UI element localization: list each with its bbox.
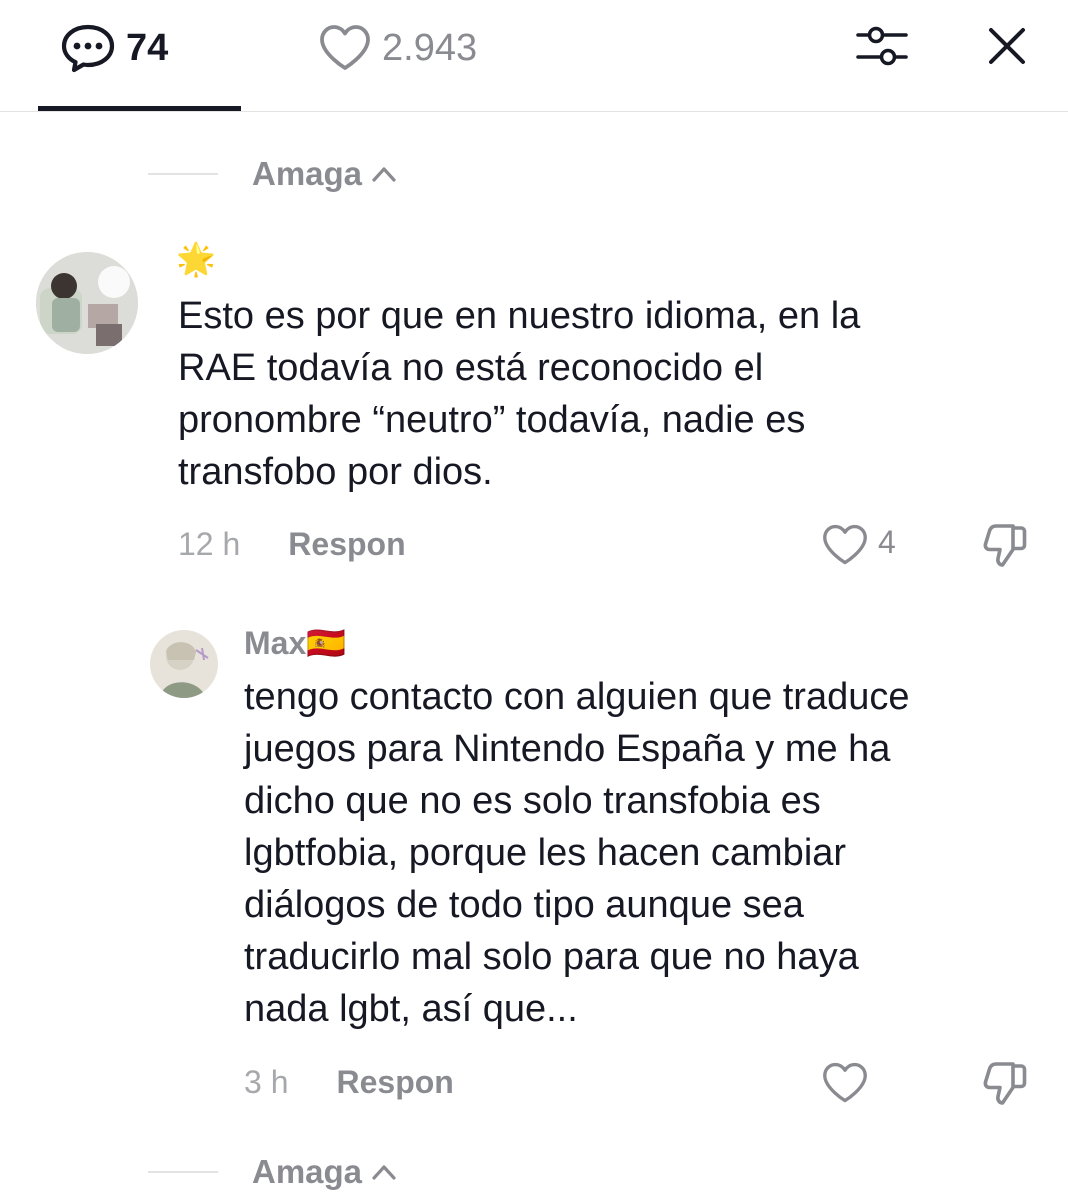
- like-button[interactable]: [818, 1058, 872, 1108]
- reply-button[interactable]: Respon: [336, 1064, 453, 1101]
- comment-line: RAE todavía no está reconocido el: [178, 347, 764, 389]
- comment-username[interactable]: 🌟: [176, 240, 216, 278]
- tab-likes[interactable]: 2.943: [318, 18, 477, 78]
- comment-line: traducirlo mal solo para que no haya: [244, 936, 859, 978]
- header-divider: [0, 111, 1068, 112]
- tab-comments[interactable]: 74: [60, 18, 168, 78]
- comment-meta: 3 h Respon: [244, 1060, 454, 1104]
- reply-button[interactable]: Respon: [288, 526, 405, 563]
- comment-line: dicho que no es solo transfobia es: [244, 780, 821, 822]
- avatar[interactable]: [150, 630, 218, 698]
- chevron-up-icon: [370, 1162, 398, 1182]
- comment-text: Esto es por que en nuestro idioma, en la…: [178, 290, 860, 498]
- comment-line: juegos para Nintendo España y me ha: [244, 728, 891, 770]
- close-button[interactable]: [980, 20, 1034, 72]
- comment-time: 3 h: [244, 1063, 289, 1100]
- close-icon: [987, 26, 1027, 66]
- thumbs-down-icon: [980, 520, 1030, 570]
- heart-outline-icon: [821, 1061, 869, 1105]
- hide-replies-line: [148, 1171, 218, 1173]
- comment-meta: 12 h Respon: [178, 522, 406, 566]
- comment-line: transfobo por dios.: [178, 451, 493, 493]
- hide-replies-label: Amaga: [252, 155, 363, 192]
- sliders-icon: [854, 22, 910, 70]
- comment-line: tengo contacto con alguien que traduce: [244, 676, 910, 718]
- like-button[interactable]: [818, 520, 872, 570]
- comment-line: pronombre “neutro” todavía, nadie es: [178, 399, 806, 441]
- comments-count: 74: [126, 26, 169, 69]
- comment-line: nada lgbt, así que...: [244, 988, 578, 1030]
- comment-time: 12 h: [178, 525, 241, 562]
- hide-replies-bottom[interactable]: Amaga: [148, 1152, 398, 1192]
- comment-line: diálogos de todo tipo aunque sea: [244, 884, 804, 926]
- dislike-button[interactable]: [978, 1056, 1032, 1110]
- speech-bubble-icon: [60, 23, 116, 73]
- comment-username[interactable]: Max🇪🇸: [244, 624, 346, 662]
- likes-count: 2.943: [382, 26, 478, 69]
- heart-outline-icon: [318, 23, 372, 73]
- hide-replies-line: [148, 173, 218, 175]
- like-count: 4: [878, 524, 896, 560]
- filter-button[interactable]: [852, 20, 912, 72]
- hide-replies-top[interactable]: Amaga: [148, 154, 398, 194]
- chevron-up-icon: [370, 164, 398, 184]
- hide-replies-label: Amaga: [252, 1153, 363, 1190]
- thumbs-down-icon: [980, 1058, 1030, 1108]
- avatar[interactable]: [36, 252, 138, 354]
- comment-text: tengo contacto con alguien que traduce j…: [244, 671, 910, 1035]
- dislike-button[interactable]: [978, 518, 1032, 572]
- heart-outline-icon: [821, 523, 869, 567]
- comment-line: Esto es por que en nuestro idioma, en la: [178, 295, 861, 337]
- comment-line: lgbtfobia, porque les hacen cambiar: [244, 832, 847, 874]
